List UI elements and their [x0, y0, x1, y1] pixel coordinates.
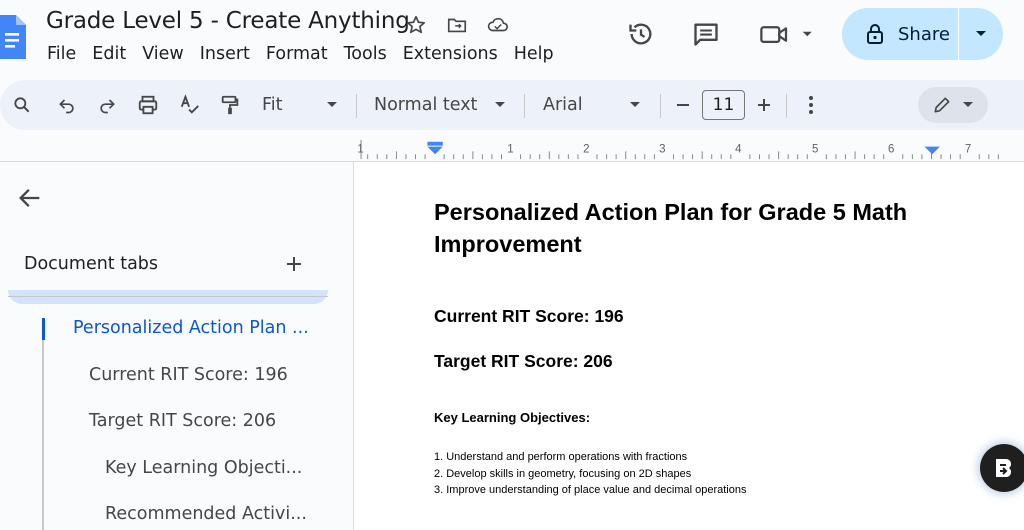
ruler-label: 5	[812, 143, 818, 155]
ruler-label: 4	[735, 143, 742, 155]
first-line-indent-marker[interactable]	[427, 141, 443, 146]
ruler-label: 1	[507, 143, 513, 155]
outline-item-current-score[interactable]: Current RIT Score: 196	[89, 365, 288, 385]
menu-file[interactable]: File	[47, 44, 84, 64]
paragraph-style-select[interactable]: Normal text	[374, 80, 510, 130]
target-score-heading[interactable]: Target RIT Score: 206	[434, 351, 613, 372]
toolbar-divider	[786, 94, 787, 118]
outline-item-title[interactable]: Personalized Action Plan ...	[73, 318, 309, 338]
outline-track	[42, 318, 44, 530]
document-page[interactable]: Personalized Action Plan for Grade 5 Mat…	[353, 162, 1024, 530]
document-title[interactable]: Grade Level 5 - Create Anything	[46, 8, 410, 34]
zoom-value: Fit	[262, 95, 283, 115]
plus-icon	[758, 99, 770, 111]
share-button[interactable]: Share	[842, 8, 1003, 60]
menu-tools[interactable]: Tools	[336, 44, 395, 64]
chevron-down-icon	[327, 102, 337, 107]
undo-icon[interactable]	[54, 80, 80, 130]
menu-bar: File Edit View Insert Format Tools Exten…	[47, 44, 562, 64]
version-history-icon[interactable]	[624, 17, 658, 51]
active-tab-highlight[interactable]	[8, 290, 328, 304]
current-score-heading[interactable]: Current RIT Score: 196	[434, 306, 624, 327]
zoom-select[interactable]: Fit	[262, 80, 346, 130]
list-item[interactable]: 1. Understand and perform operations wit…	[434, 449, 746, 466]
chevron-down-icon	[630, 102, 640, 107]
horizontal-ruler[interactable]: 1 1 2 3 4 5 6 7	[0, 136, 1024, 162]
title-bar: Grade Level 5 - Create Anything File Edi…	[0, 0, 1024, 78]
docs-window: Grade Level 5 - Create Anything File Edi…	[0, 0, 1024, 530]
more-vert-icon[interactable]	[800, 80, 822, 130]
sidebar-divider	[8, 296, 328, 297]
menu-extensions[interactable]: Extensions	[395, 44, 506, 64]
spellcheck-icon[interactable]	[176, 80, 204, 130]
increase-font-size-button[interactable]	[753, 80, 775, 130]
print-icon[interactable]	[134, 80, 162, 130]
objectives-heading[interactable]: Key Learning Objectives:	[434, 410, 590, 425]
document-tabs-sidebar: Document tabs Personalized Action Plan .…	[0, 162, 353, 530]
paint-format-icon[interactable]	[216, 80, 244, 130]
outline-item-target-score[interactable]: Target RIT Score: 206	[89, 411, 276, 431]
ruler-label: 1	[357, 143, 363, 155]
minus-icon	[677, 104, 689, 106]
extension-fab-icon[interactable]	[980, 444, 1024, 492]
menu-view[interactable]: View	[134, 44, 192, 64]
editing-mode-button[interactable]	[918, 87, 988, 123]
chevron-down-icon	[495, 102, 505, 107]
comments-icon[interactable]	[689, 17, 723, 51]
right-indent-marker[interactable]	[924, 146, 940, 155]
search-icon[interactable]	[8, 80, 36, 130]
ruler-label: 7	[965, 143, 971, 155]
star-icon[interactable]	[403, 12, 429, 38]
paragraph-style-value: Normal text	[374, 95, 478, 115]
ruler-label: 6	[888, 143, 894, 155]
outline-item-objectives[interactable]: Key Learning Objecti...	[105, 458, 302, 478]
objectives-list[interactable]: 1. Understand and perform operations wit…	[434, 449, 746, 499]
list-item[interactable]: 2. Develop skills in geometry, focusing …	[434, 466, 746, 483]
move-to-folder-icon[interactable]	[444, 12, 470, 38]
toolbar-divider	[356, 94, 357, 118]
ruler-ticks	[367, 151, 999, 160]
font-family-value: Arial	[543, 95, 583, 115]
list-item[interactable]: 3. Improve understanding of place value …	[434, 482, 746, 499]
outline-active-indicator	[42, 318, 45, 340]
share-dropdown[interactable]	[959, 8, 1003, 60]
share-main[interactable]: Share	[842, 8, 959, 60]
font-family-select[interactable]: Arial	[543, 80, 645, 130]
decrease-font-size-button[interactable]	[672, 80, 694, 130]
back-arrow-icon[interactable]	[16, 184, 44, 212]
ruler-label: 3	[659, 143, 665, 155]
lock-icon	[867, 24, 883, 44]
chevron-down-icon	[963, 102, 973, 107]
meet-video-icon[interactable]	[758, 17, 814, 51]
edit-pencil-icon	[934, 97, 950, 113]
toolbar-divider	[660, 94, 661, 118]
menu-help[interactable]: Help	[506, 44, 562, 64]
outline-item-activities[interactable]: Recommended Activi...	[105, 504, 307, 524]
document-tabs-heading: Document tabs	[24, 254, 159, 274]
toolbar-divider	[524, 94, 525, 118]
menu-insert[interactable]: Insert	[192, 44, 258, 64]
toolbar: Fit Normal text Arial	[0, 80, 1024, 130]
cloud-status-icon[interactable]	[485, 12, 511, 38]
menu-format[interactable]: Format	[258, 44, 336, 64]
font-size-input[interactable]: 11	[702, 90, 745, 120]
docs-logo-icon[interactable]	[0, 12, 26, 62]
share-label: Share	[898, 23, 950, 45]
add-tab-icon[interactable]	[282, 252, 306, 276]
chevron-down-icon	[976, 31, 986, 36]
ruler-label: 2	[583, 143, 589, 155]
document-heading[interactable]: Personalized Action Plan for Grade 5 Mat…	[434, 196, 994, 260]
left-indent-marker[interactable]	[427, 146, 443, 155]
menu-edit[interactable]: Edit	[84, 44, 134, 64]
redo-icon[interactable]	[94, 80, 120, 130]
